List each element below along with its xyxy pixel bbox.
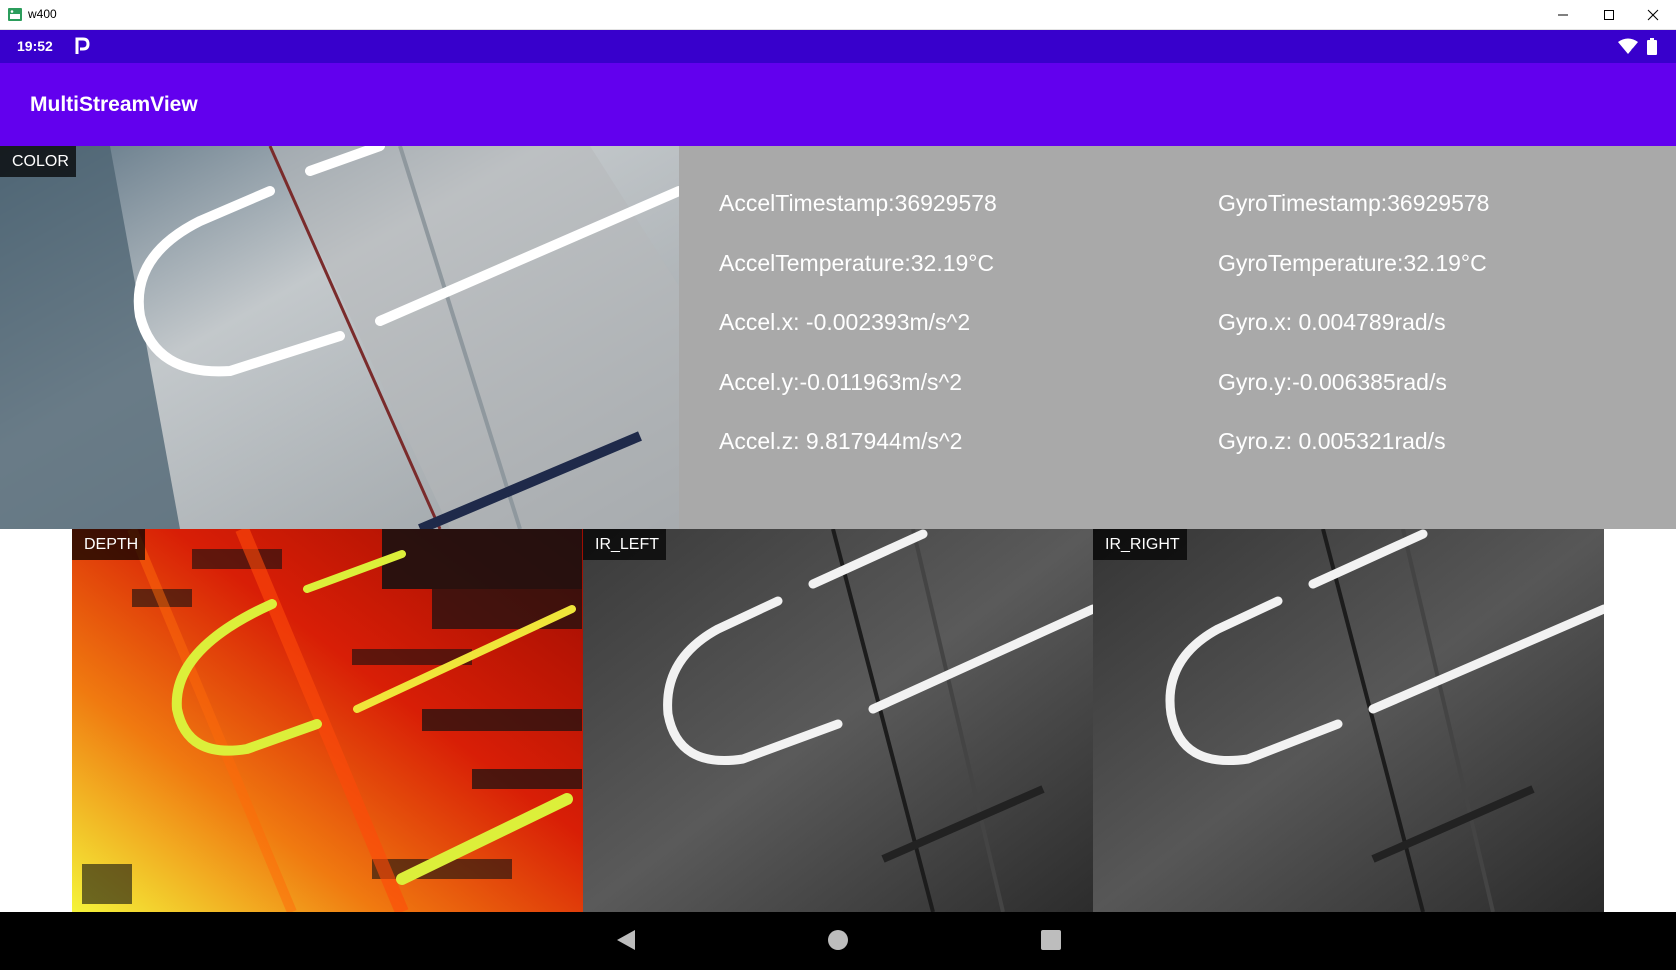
gyro-y: Gyro.y:-0.006385rad/s [1218, 368, 1447, 395]
ir-right-stream-image [1093, 529, 1604, 912]
accel-z: Accel.z: 9.817944m/s^2 [719, 428, 963, 454]
accel-y: Accel.y:-0.011963m/s^2 [719, 368, 963, 395]
gyro-z: Gyro.z: 0.005321rad/s [1218, 428, 1446, 454]
minimize-button[interactable] [1540, 0, 1586, 30]
depth-stream-view: DEPTH [72, 529, 583, 912]
accel-temperature: AccelTemperature:32.19°C [719, 249, 995, 276]
gyro-column: GyroTimestamp:36929578 GyroTemperature:3… [1218, 190, 1489, 488]
home-icon[interactable] [827, 928, 849, 952]
gyro-x: Gyro.x: 0.004789rad/s [1218, 309, 1446, 335]
depth-stream-image [72, 529, 583, 912]
color-stream-image [0, 146, 679, 529]
gyro-temperature: GyroTemperature:32.19°C [1218, 249, 1487, 276]
maximize-icon [1604, 10, 1614, 20]
ir-left-stream-view: IR_LEFT [583, 529, 1093, 912]
ir-left-stream-image [583, 529, 1093, 912]
app-title: MultiStreamView [30, 93, 198, 116]
window-title-bar: w400 [0, 0, 1676, 30]
ir-right-stream-view: IR_RIGHT [1093, 529, 1604, 912]
gyro-timestamp: GyroTimestamp:36929578 [1218, 190, 1490, 216]
app-bar: MultiStreamView [0, 63, 1676, 146]
ir-left-stream-label: IR_LEFT [583, 529, 667, 560]
sensor-panel: AccelTimestamp:36929578 AccelTemperature… [679, 146, 1676, 529]
accel-x: Accel.x: -0.002393m/s^2 [719, 309, 971, 335]
status-bar: 19:52 [0, 30, 1676, 63]
depth-stream-label: DEPTH [72, 529, 146, 560]
accel-timestamp: AccelTimestamp:36929578 [719, 190, 997, 216]
ir-right-stream-label: IR_RIGHT [1093, 529, 1187, 560]
maximize-button[interactable] [1586, 0, 1632, 30]
back-icon[interactable] [615, 928, 637, 952]
wifi-icon [1618, 38, 1638, 55]
color-stream-label: COLOR [0, 146, 76, 177]
accel-column: AccelTimestamp:36929578 AccelTemperature… [719, 190, 997, 488]
app-icon [8, 8, 22, 21]
recents-icon[interactable] [1040, 928, 1062, 952]
close-button[interactable] [1630, 0, 1676, 30]
color-stream-view: COLOR [0, 146, 679, 529]
navigation-bar [0, 912, 1676, 970]
battery-icon [1647, 38, 1657, 55]
close-icon [1647, 9, 1659, 21]
minimize-icon [1558, 14, 1568, 16]
window-title: w400 [28, 7, 57, 21]
parking-p-icon [75, 37, 90, 54]
status-clock: 19:52 [17, 38, 53, 54]
